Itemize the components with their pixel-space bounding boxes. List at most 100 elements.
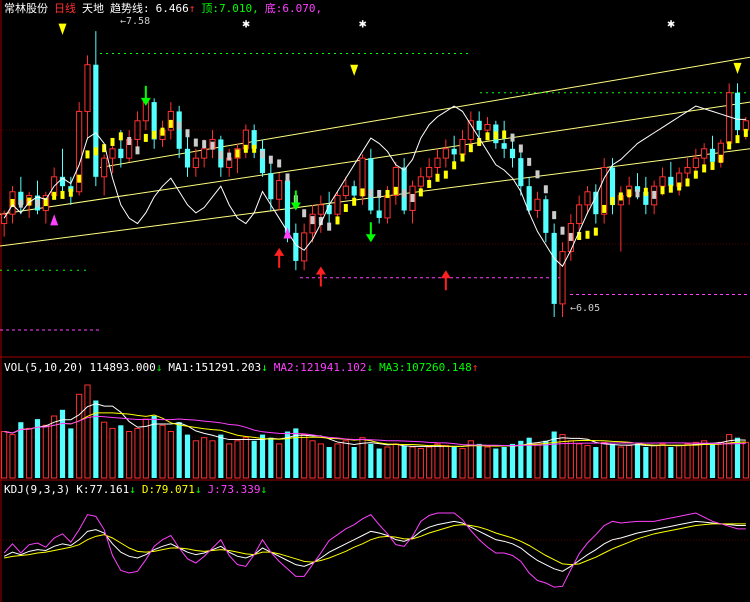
candle-body xyxy=(134,120,141,140)
trend-block xyxy=(118,132,123,141)
candle-body xyxy=(284,180,291,233)
volume-bar xyxy=(676,444,683,479)
trend-block xyxy=(660,186,665,195)
candle-body xyxy=(201,148,208,159)
trend-block xyxy=(93,147,98,156)
oscillator-line xyxy=(3,105,746,268)
stock-name[interactable]: 常林股份 xyxy=(4,2,48,15)
bottom-label: 底: xyxy=(264,2,283,15)
trend-block xyxy=(377,189,382,198)
top-marker-triangle xyxy=(350,64,359,76)
kdj-k-line xyxy=(3,520,746,572)
volume-bar xyxy=(342,440,349,479)
trend-block xyxy=(77,174,82,183)
volume-arrow: ↓ xyxy=(155,361,163,374)
volume-bar xyxy=(334,443,341,479)
volume-bar xyxy=(601,441,608,479)
kdj-d-line xyxy=(4,523,746,566)
volume-bar xyxy=(609,443,616,478)
volume-bar xyxy=(634,443,641,478)
buy-signal-arrow xyxy=(274,247,285,256)
trend-block xyxy=(718,154,723,163)
candle-body xyxy=(434,157,441,168)
candle-body xyxy=(317,204,324,215)
trend-block xyxy=(193,138,198,147)
trend-block xyxy=(360,188,365,197)
volume-bar xyxy=(509,443,516,478)
price-header: 常林股份 日线 天地 趋势线: 6.466↑ 顶:7.010, 底:6.070, xyxy=(4,2,328,15)
candle-body xyxy=(692,157,699,168)
stock-chart-canvas[interactable]: ✱ ✱ ✱ ←7.58 ←6.05 xyxy=(0,0,750,602)
trend-block xyxy=(368,189,373,198)
volume-bar xyxy=(501,447,507,478)
volume-title[interactable]: VOL(5,10,20) xyxy=(4,361,83,374)
volume-bar xyxy=(126,431,133,479)
candle-body xyxy=(593,191,599,215)
trend-block xyxy=(68,188,73,197)
ma2-arrow: ↓ xyxy=(366,361,374,374)
trend-block xyxy=(502,130,507,139)
trend-label: 趋势线: xyxy=(110,2,150,15)
kdj-title[interactable]: KDJ(9,3,3) xyxy=(4,483,70,496)
trend-block xyxy=(643,187,648,196)
candle-body xyxy=(293,232,299,261)
trend-block xyxy=(543,185,548,194)
volume-bar xyxy=(84,384,91,479)
candle-body xyxy=(101,157,108,178)
trend-block xyxy=(252,144,257,153)
candle-body xyxy=(701,148,708,159)
price-panel[interactable]: ✱ ✱ ✱ xyxy=(0,19,750,331)
candle-body xyxy=(334,195,341,215)
candle-body xyxy=(384,195,391,219)
candle-body xyxy=(109,148,116,159)
candle-body xyxy=(584,191,591,206)
candle-body xyxy=(684,166,691,174)
volume-bar xyxy=(417,448,424,479)
k-arrow: ↓ xyxy=(129,483,136,496)
trend-block xyxy=(185,129,190,138)
volume-bar xyxy=(493,448,499,478)
star-icon: ✱ xyxy=(242,19,250,30)
volume-bar xyxy=(709,443,716,478)
trend-block xyxy=(710,161,715,170)
trend-block xyxy=(527,157,532,166)
k-label: K: xyxy=(76,483,90,496)
volume-bar xyxy=(426,446,433,479)
volume-bar xyxy=(626,444,633,479)
candle-body xyxy=(268,173,274,200)
candle-body xyxy=(459,138,466,155)
star-icon: ✱ xyxy=(359,19,367,30)
volume-bar xyxy=(617,446,624,479)
trend-block xyxy=(743,128,748,137)
volume-bar xyxy=(93,400,99,478)
j-value: 73.339 xyxy=(220,483,261,496)
kdj-panel[interactable] xyxy=(3,512,746,588)
trend-block xyxy=(85,150,90,159)
trend-block xyxy=(677,182,682,191)
trend-block xyxy=(693,170,698,179)
volume-panel[interactable] xyxy=(1,384,749,479)
indicator-name[interactable]: 天地 xyxy=(82,2,104,15)
volume-value: 114893.000 xyxy=(89,361,156,374)
volume-bar xyxy=(159,424,166,479)
trend-block xyxy=(218,151,223,160)
candle-body xyxy=(442,148,449,159)
volume-bar xyxy=(1,431,8,479)
trend-block xyxy=(135,146,140,155)
period-label[interactable]: 日线 xyxy=(54,2,76,15)
volume-bar xyxy=(351,447,357,478)
volume-bar xyxy=(543,440,549,478)
volume-bar xyxy=(209,440,216,479)
buy-signal-arrow xyxy=(440,270,451,279)
volume-bar xyxy=(118,425,124,478)
trend-block xyxy=(202,140,207,149)
trend-block xyxy=(727,141,732,150)
trend-block xyxy=(518,144,523,153)
price-low-annotation: ←6.05 xyxy=(570,303,600,314)
trend-block xyxy=(702,164,707,173)
candle-body xyxy=(501,143,507,149)
sell-signal-arrow xyxy=(290,202,301,211)
volume-bar xyxy=(184,434,191,478)
ma3-arrow: ↑ xyxy=(471,361,479,374)
candle-body xyxy=(559,251,566,305)
